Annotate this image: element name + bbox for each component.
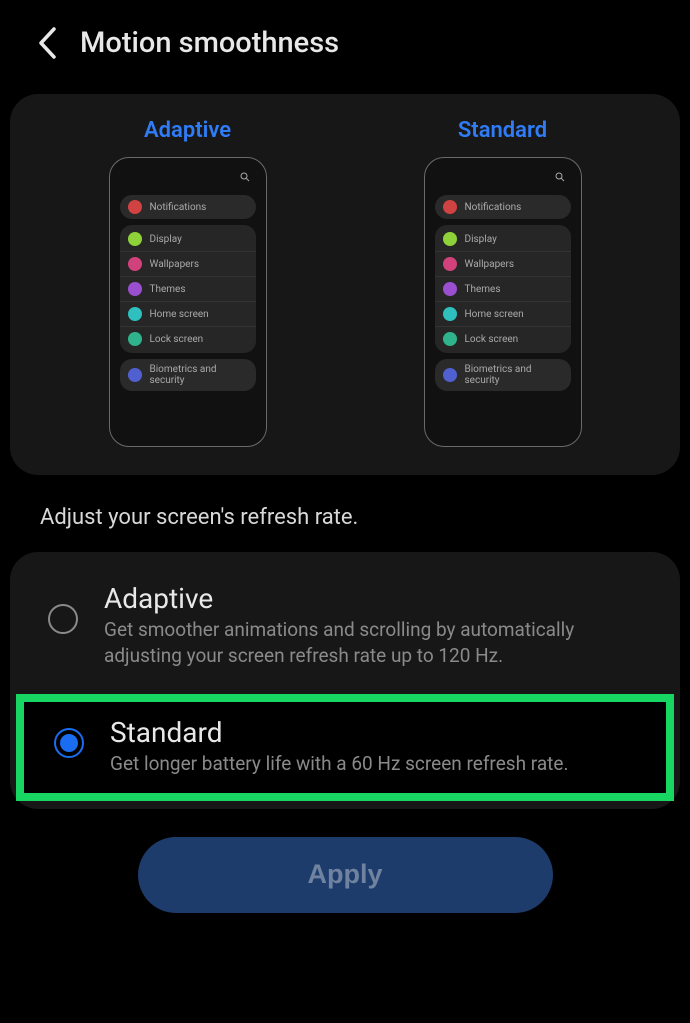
option-adaptive-title: Adaptive — [104, 582, 650, 615]
search-icon — [431, 172, 575, 191]
option-standard-title: Standard — [110, 716, 642, 749]
highlight-box: Standard Get longer battery life with a … — [16, 694, 674, 801]
preview-adaptive[interactable]: Adaptive Notifications Display Wallpaper… — [109, 118, 267, 447]
themes-icon — [443, 282, 457, 296]
option-standard[interactable]: Standard Get longer battery life with a … — [24, 702, 666, 793]
display-icon — [128, 232, 142, 246]
home-icon — [128, 307, 142, 321]
back-icon[interactable] — [36, 26, 58, 60]
preview-standard-label: Standard — [458, 118, 547, 143]
wallpaper-icon — [128, 257, 142, 271]
fingerprint-icon — [443, 368, 457, 382]
option-adaptive[interactable]: Adaptive Get smoother animations and scr… — [10, 560, 680, 690]
bell-icon — [128, 200, 142, 214]
phone-mockup-standard: Notifications Display Wallpapers Themes … — [424, 157, 582, 447]
preview-card: Adaptive Notifications Display Wallpaper… — [10, 94, 680, 475]
search-icon — [116, 172, 260, 191]
page-title: Motion smoothness — [80, 26, 339, 60]
bell-icon — [443, 200, 457, 214]
fingerprint-icon — [128, 368, 142, 382]
radio-standard[interactable] — [54, 728, 84, 758]
option-standard-desc: Get longer battery life with a 60 Hz scr… — [110, 751, 642, 777]
home-icon — [443, 307, 457, 321]
help-text: Adjust your screen's refresh rate. — [0, 475, 690, 552]
themes-icon — [128, 282, 142, 296]
options-card: Adaptive Get smoother animations and scr… — [10, 552, 680, 809]
radio-adaptive[interactable] — [48, 604, 78, 634]
phone-mockup-adaptive: Notifications Display Wallpapers Themes … — [109, 157, 267, 447]
apply-button[interactable]: Apply — [138, 837, 553, 913]
wallpaper-icon — [443, 257, 457, 271]
display-icon — [443, 232, 457, 246]
option-adaptive-desc: Get smoother animations and scrolling by… — [104, 617, 650, 668]
lock-icon — [443, 332, 457, 346]
preview-adaptive-label: Adaptive — [144, 118, 231, 143]
lock-icon — [128, 332, 142, 346]
preview-standard[interactable]: Standard Notifications Display Wallpaper… — [424, 118, 582, 447]
